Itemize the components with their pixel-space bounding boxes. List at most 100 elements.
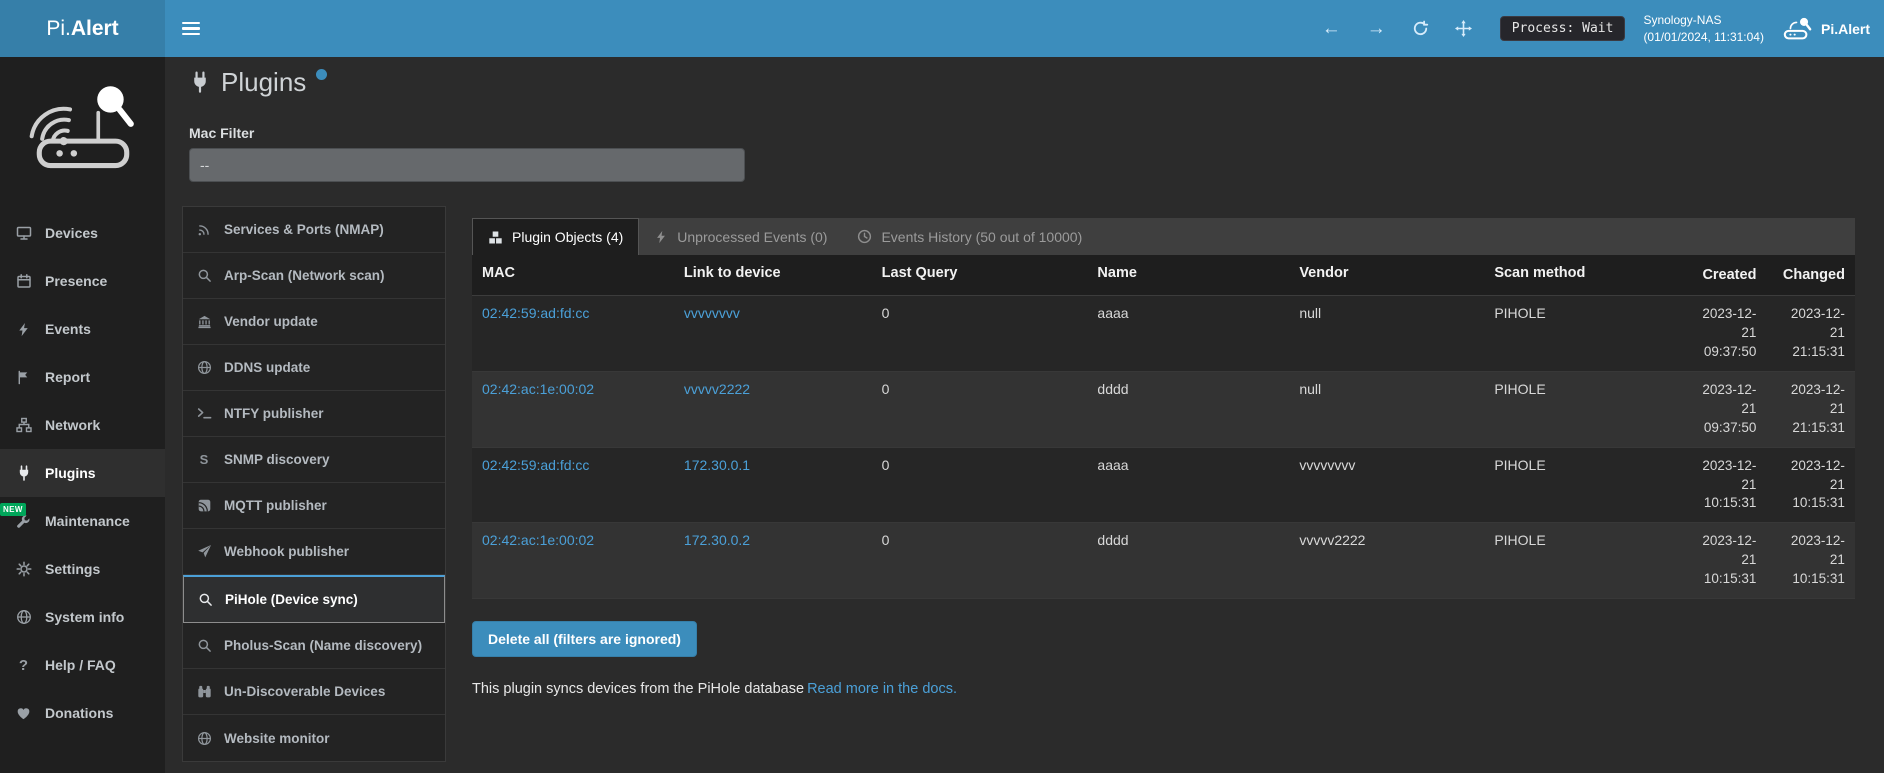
column-header-last-query: Last Query [872, 255, 1088, 295]
sidebar-item-label: Devices [45, 225, 98, 241]
plugin-item-undiscoverable-devices[interactable]: Un-Discoverable Devices [183, 669, 445, 715]
mac-link[interactable]: 02:42:59:ad:fd:cc [482, 457, 589, 473]
device-link[interactable]: 172.30.0.1 [684, 457, 750, 473]
mac-filter-block: Mac Filter [189, 125, 1884, 182]
created-cell: 2023-12-2110:15:31 [1679, 448, 1766, 523]
question-icon: ? [14, 657, 33, 674]
tab-label: Unprocessed Events (0) [677, 229, 827, 245]
plugin-item-ntfy-publisher[interactable]: NTFY publisher [183, 391, 445, 437]
name-cell: dddd [1087, 523, 1289, 598]
created-cell: 2023-12-2110:15:31 [1679, 523, 1766, 598]
sidebar-item-devices[interactable]: Devices [0, 209, 165, 257]
column-header-mac: MAC [472, 255, 674, 295]
device-link[interactable]: vvvvv2222 [684, 381, 750, 397]
network-icon [14, 417, 33, 433]
tab-bar: Plugin Objects (4) Unprocessed Events (0… [472, 218, 1855, 255]
mac-filter-label: Mac Filter [189, 125, 1884, 141]
column-header-vendor: Vendor [1289, 255, 1484, 295]
sidebar-item-donations[interactable]: Donations [0, 689, 165, 737]
brand-logo[interactable]: Pi.Alert [0, 0, 165, 57]
changed-cell: 2023-12-2110:15:31 [1766, 448, 1855, 523]
brand-text-bold: Alert [71, 17, 119, 41]
plugin-detail-pane: Plugin Objects (4) Unprocessed Events (0… [472, 206, 1855, 697]
plugin-item-label: Website monitor [224, 731, 330, 746]
plugin-item-snmp-discovery[interactable]: S SNMP discovery [183, 437, 445, 483]
sidebar-toggle-button[interactable] [165, 0, 217, 57]
search-icon [195, 268, 213, 283]
page-title: Plugins [221, 65, 306, 99]
scan-method-cell: PIHOLE [1484, 372, 1679, 447]
plugin-item-arp-scan[interactable]: Arp-Scan (Network scan) [183, 253, 445, 299]
plugin-item-pihole[interactable]: PiHole (Device sync) [183, 575, 445, 623]
plugin-item-pholus-scan[interactable]: Pholus-Scan (Name discovery) [183, 623, 445, 669]
sidebar-item-maintenance[interactable]: NEW Maintenance [0, 497, 165, 545]
sidebar-item-network[interactable]: Network [0, 401, 165, 449]
mac-link[interactable]: 02:42:ac:1e:00:02 [482, 532, 594, 548]
tab-events-history[interactable]: Events History (50 out of 10000) [842, 218, 1097, 255]
plugin-item-nmap[interactable]: Services & Ports (NMAP) [183, 207, 445, 253]
search-icon [196, 592, 214, 607]
new-badge: NEW [0, 503, 26, 516]
globe-icon [195, 360, 213, 375]
device-link[interactable]: vvvvvvvv [684, 305, 740, 321]
main-content: Plugins Mac Filter Services & Ports (NMA… [165, 57, 1884, 773]
header-app-brand[interactable]: Pi.Alert [1782, 16, 1870, 41]
sidebar-item-presence[interactable]: Presence [0, 257, 165, 305]
host-info: Synology-NAS (01/01/2024, 11:31:04) [1643, 12, 1764, 44]
changed-cell: 2023-12-2110:15:31 [1766, 523, 1855, 598]
sidebar-menu: Devices Presence Events Report Network [0, 209, 165, 737]
plugin-item-vendor-update[interactable]: Vendor update [183, 299, 445, 345]
snmp-icon: S [195, 452, 213, 467]
delete-all-button[interactable]: Delete all (filters are ignored) [472, 621, 697, 657]
plugin-item-website-monitor[interactable]: Website monitor [183, 715, 445, 761]
tab-unprocessed-events[interactable]: Unprocessed Events (0) [639, 218, 842, 255]
mac-link[interactable]: 02:42:ac:1e:00:02 [482, 381, 594, 397]
heart-icon [14, 706, 33, 721]
mqtt-icon [195, 498, 213, 513]
terminal-icon [195, 406, 213, 421]
mac-link[interactable]: 02:42:59:ad:fd:cc [482, 305, 589, 321]
arrow-right-icon[interactable]: → [1367, 19, 1386, 38]
plugin-item-label: Un-Discoverable Devices [224, 684, 385, 699]
move-icon[interactable] [1455, 20, 1472, 37]
mac-filter-input[interactable] [189, 148, 745, 182]
paper-plane-icon [195, 544, 213, 559]
last-query-cell: 0 [872, 448, 1088, 523]
page-header: Plugins [189, 65, 1884, 99]
plugin-item-webhook-publisher[interactable]: Webhook publisher [183, 529, 445, 575]
plugin-item-label: Pholus-Scan (Name discovery) [224, 638, 422, 653]
changed-cell: 2023-12-2121:15:31 [1766, 372, 1855, 447]
sidebar-item-help-faq[interactable]: ? Help / FAQ [0, 641, 165, 689]
table-row: 02:42:59:ad:fd:cc vvvvvvvv 0 aaaa null P… [472, 296, 1855, 372]
sidebar-item-report[interactable]: Report [0, 353, 165, 401]
clock-icon [857, 229, 872, 244]
sidebar-item-label: Events [45, 321, 91, 337]
docs-link[interactable]: Read more in the docs. [807, 681, 957, 697]
tab-plugin-objects[interactable]: Plugin Objects (4) [472, 218, 639, 255]
refresh-icon[interactable] [1412, 20, 1429, 37]
last-query-cell: 0 [872, 372, 1088, 447]
info-badge[interactable] [316, 69, 327, 80]
name-cell: aaaa [1087, 448, 1289, 523]
changed-cell: 2023-12-2121:15:31 [1766, 296, 1855, 371]
plugin-item-label: Webhook publisher [224, 544, 349, 559]
plugin-item-mqtt-publisher[interactable]: MQTT publisher [183, 483, 445, 529]
plugin-item-label: MQTT publisher [224, 498, 327, 513]
plugin-item-label: Vendor update [224, 314, 318, 329]
globe-icon [195, 731, 213, 746]
plug-icon [189, 71, 211, 93]
binoculars-icon [195, 684, 213, 699]
sidebar-item-events[interactable]: Events [0, 305, 165, 353]
process-status-badge: Process: Wait [1500, 16, 1626, 41]
sidebar-item-settings[interactable]: Settings [0, 545, 165, 593]
sidebar-item-system-info[interactable]: System info [0, 593, 165, 641]
plugin-item-ddns-update[interactable]: DDNS update [183, 345, 445, 391]
device-link[interactable]: 172.30.0.2 [684, 532, 750, 548]
header-app-name: Pi.Alert [1821, 21, 1870, 37]
sidebar-item-label: Report [45, 369, 90, 385]
bank-icon [195, 314, 213, 329]
sidebar-item-plugins[interactable]: Plugins [0, 449, 165, 497]
arrow-left-icon[interactable]: ← [1322, 19, 1341, 38]
sidebar-item-label: Presence [45, 273, 107, 289]
hamburger-icon [182, 22, 200, 24]
